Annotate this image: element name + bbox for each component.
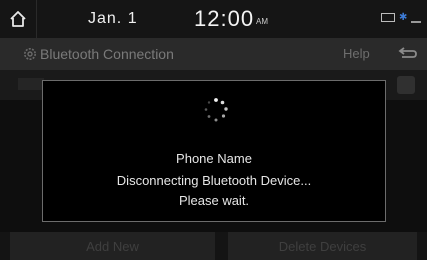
- wait-text: Please wait.: [178, 193, 250, 208]
- screen: Jan. 1 12:00 AM ✱ Bluetooth Connection H…: [0, 0, 427, 260]
- help-button[interactable]: Help: [343, 46, 370, 61]
- list-item-action-placeholder: [397, 76, 415, 94]
- battery-icon: [381, 13, 395, 22]
- back-button[interactable]: [390, 38, 426, 70]
- status-message-text: Disconnecting Bluetooth Device...: [116, 173, 312, 188]
- signal-icon: [411, 13, 421, 23]
- date-text: Jan. 1: [88, 10, 138, 27]
- delete-devices-button[interactable]: Delete Devices: [228, 232, 417, 260]
- list-item-placeholder: [18, 78, 44, 90]
- loading-spinner-icon: [204, 98, 228, 122]
- device-name-text: Phone Name: [176, 151, 252, 166]
- home-icon: [10, 11, 26, 27]
- time-text: 12:00: [194, 6, 255, 31]
- back-icon: [398, 47, 417, 58]
- disconnecting-dialog: Phone Name Disconnecting Bluetooth Devic…: [42, 80, 386, 222]
- page-title: Bluetooth Connection: [40, 46, 174, 62]
- home-button[interactable]: [0, 0, 37, 38]
- title-bar: Bluetooth Connection Help: [0, 38, 427, 70]
- bluetooth-icon: ✱: [399, 12, 408, 23]
- status-icons: ✱: [381, 12, 421, 23]
- ampm-text: AM: [256, 17, 268, 26]
- gear-icon: [24, 48, 36, 60]
- status-bar: Jan. 1 12:00 AM ✱: [0, 0, 427, 38]
- add-new-button[interactable]: Add New: [10, 232, 215, 260]
